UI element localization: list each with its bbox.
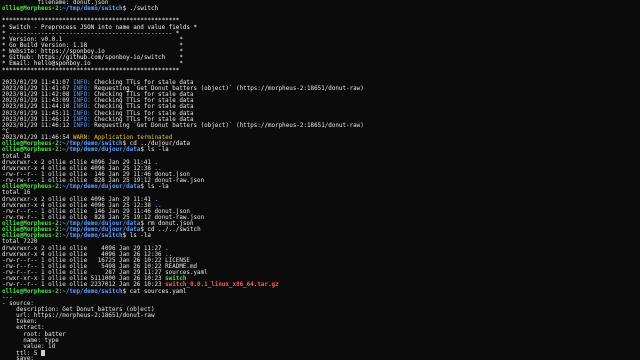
output-text: -rw-r--r-- 1 ollie ollie 16725 Jan 26 10… xyxy=(2,257,190,264)
ls-entry-meta: drwxrwxr-x 2 ollie ollie 4096 Jan 29 11:… xyxy=(2,159,155,166)
output-text: -rw-r--r-- 1 ollie ollie 146 Jan 29 11:4… xyxy=(2,171,190,178)
banner-line: * Go Build Version: 1.18 * xyxy=(2,42,183,49)
output-text: --- xyxy=(2,294,13,301)
banner-line: ****************************************… xyxy=(2,67,180,74)
log-level-info: INFO: xyxy=(72,122,91,129)
output-text: url: https://morpheus-2:18651/donut-raw xyxy=(2,313,155,320)
log-message: Checking TTLs for stale data xyxy=(90,98,194,105)
command-text: $ ./switch xyxy=(122,6,159,13)
command-text: $ ls -la xyxy=(140,184,169,191)
output-text: description: Get Donut batters (object) xyxy=(2,307,155,314)
ls-dir-name: .. xyxy=(165,251,173,258)
output-text: -rw-r--r-- 1 ollie ollie 5498 Jan 26 10:… xyxy=(2,264,198,271)
log-timestamp: 2023/01/29 11:46:12 xyxy=(2,122,73,129)
text-cursor xyxy=(41,350,46,357)
log-timestamp: 2023/01/29 11:42:08 xyxy=(2,92,73,99)
prompt-path: ~/tmp/demo/dujour/data xyxy=(62,147,141,154)
ls-entry-meta: drwxrwxr-x 4 ollie ollie 4096 Jan 26 12:… xyxy=(2,251,166,258)
prompt-user: ollie@Morpheus-2 xyxy=(2,147,59,154)
log-message: Checking TTLs for stale data xyxy=(90,104,194,111)
ls-entry-meta: drwxrwxr-x 2 ollie ollie 4096 Jan 29 11:… xyxy=(2,196,155,203)
prompt-path: ~/tmp/demo/switch xyxy=(62,288,123,295)
output-text: total 16 xyxy=(2,153,31,160)
output-text: ^C xyxy=(2,128,10,135)
prompt-user: ollie@Morpheus-2 xyxy=(2,184,59,191)
output-text: token: xyxy=(2,319,38,326)
prompt-user: ollie@Morpheus-2 xyxy=(2,288,59,295)
ls-dir-name: .. xyxy=(154,202,162,209)
prompt-path: ~/tmp/demo/switch xyxy=(62,6,123,13)
ls-dir-name: . xyxy=(154,159,159,166)
ls-entry-meta: -rw-r--r-- 1 ollie ollie 2237012 Jan 26 … xyxy=(2,282,166,289)
output-text: - source: xyxy=(2,300,34,307)
log-level-info: INFO: xyxy=(72,110,91,117)
output-text: -rw-r--r-- 1 ollie ollie 287 Jan 29 11:2… xyxy=(2,270,208,277)
log-timestamp: 2023/01/29 11:41:07 xyxy=(2,85,73,92)
ls-archive-name: switch_0.0.1_linux_x86_64.tar.gz xyxy=(165,282,279,289)
command-text: $ cd ../../switch xyxy=(140,227,201,234)
log-level-info: INFO: xyxy=(72,104,91,111)
output-text: extract: xyxy=(2,325,45,332)
output-text: total 7220 xyxy=(2,239,38,246)
log-timestamp: 2023/01/29 11:45:11 xyxy=(2,110,73,117)
prompt-path: ~/tmp/demo/switch xyxy=(62,233,123,240)
log-timestamp: 2023/01/29 11:46:54 xyxy=(2,135,73,142)
output-text: total 16 xyxy=(2,190,31,197)
log-timestamp: 2023/01/29 11:44:10 xyxy=(2,104,73,111)
output-text: name: type xyxy=(2,337,59,344)
log-timestamp: 2023/01/29 11:46:12 xyxy=(2,116,73,123)
log-message: Checking TTLs for stale data xyxy=(90,110,194,117)
log-level-info: INFO: xyxy=(72,98,91,105)
log-message: Checking TTLs for stale data xyxy=(90,92,194,99)
log-level-warn: WARN: xyxy=(72,135,91,142)
output-text: root: batter xyxy=(2,331,66,338)
banner-line: * Github: https://github.com/sponboy-io/… xyxy=(2,55,183,62)
log-level-info: INFO: xyxy=(72,85,91,92)
log-message: Requesting `Get Donut batters (object)` … xyxy=(90,85,364,92)
terminal-window[interactable]: filename: donut.json ollie@Morpheus-2:~/t… xyxy=(0,0,640,360)
terminal-line: save: xyxy=(2,356,640,360)
ls-dir-name: .. xyxy=(154,165,162,172)
output-text: save: xyxy=(2,356,34,360)
log-message: Checking TTLs for stale data xyxy=(90,116,194,123)
log-message: Application terminated xyxy=(90,135,173,142)
log-message: Checking TTLs for stale data xyxy=(90,79,194,86)
output-text: value: id xyxy=(2,343,56,350)
output-text: -rw-r--r-- 1 ollie ollie 146 Jan 29 11:4… xyxy=(2,208,190,215)
prompt-user: ollie@Morpheus-2 xyxy=(2,233,59,240)
prompt-path: ~/tmp/demo/dujour/data xyxy=(62,184,141,191)
command-text: $ ls -la xyxy=(122,233,151,240)
command-text: $ ls -la xyxy=(140,147,169,154)
log-level-info: INFO: xyxy=(72,79,91,86)
ls-entry-meta: drwxrwxr-x 4 ollie ollie 4096 Jan 25 12:… xyxy=(2,202,155,209)
ls-exe-name: switch xyxy=(165,276,187,283)
banner-line: * Website: https://sponboy.io * xyxy=(2,49,183,56)
log-level-info: INFO: xyxy=(72,92,91,99)
log-message: Requesting `Get Donut batters (object)` … xyxy=(90,122,364,129)
ls-dir-name: . xyxy=(165,245,169,252)
log-timestamp: 2023/01/29 11:43:09 xyxy=(2,98,73,105)
log-timestamp: 2023/01/29 11:41:07 xyxy=(2,79,73,86)
ls-entry-meta: drwxrwxr-x 2 ollie ollie 4096 Jan 29 11:… xyxy=(2,245,166,252)
ls-entry-meta: -rwxr-xr-x 1 ollie ollie 5111000 Jan 26 … xyxy=(2,276,166,283)
output-text: filename: donut.json xyxy=(2,0,109,6)
log-level-info: INFO: xyxy=(72,116,91,123)
banner-line: * Version: v0.0.1 * xyxy=(2,36,183,43)
ls-dir-name: . xyxy=(154,196,159,203)
prompt-user: ollie@Morpheus-2 xyxy=(2,6,59,13)
command-text: $ cat sources.yaml xyxy=(122,288,187,295)
ls-entry-meta: drwxrwxr-x 4 ollie ollie 4096 Jan 25 12:… xyxy=(2,165,155,172)
banner-line: ****************************************… xyxy=(2,18,180,25)
banner-line: * --------------------------------------… xyxy=(2,30,180,37)
prompt-path: ~/tmp/demo/dujour/data xyxy=(62,227,141,234)
banner-line: * Switch - Preprocess JSON into name and… xyxy=(2,24,198,31)
prompt-user: ollie@Morpheus-2 xyxy=(2,227,59,234)
banner-line: * Email: hello@sponboy.io * xyxy=(2,61,183,68)
